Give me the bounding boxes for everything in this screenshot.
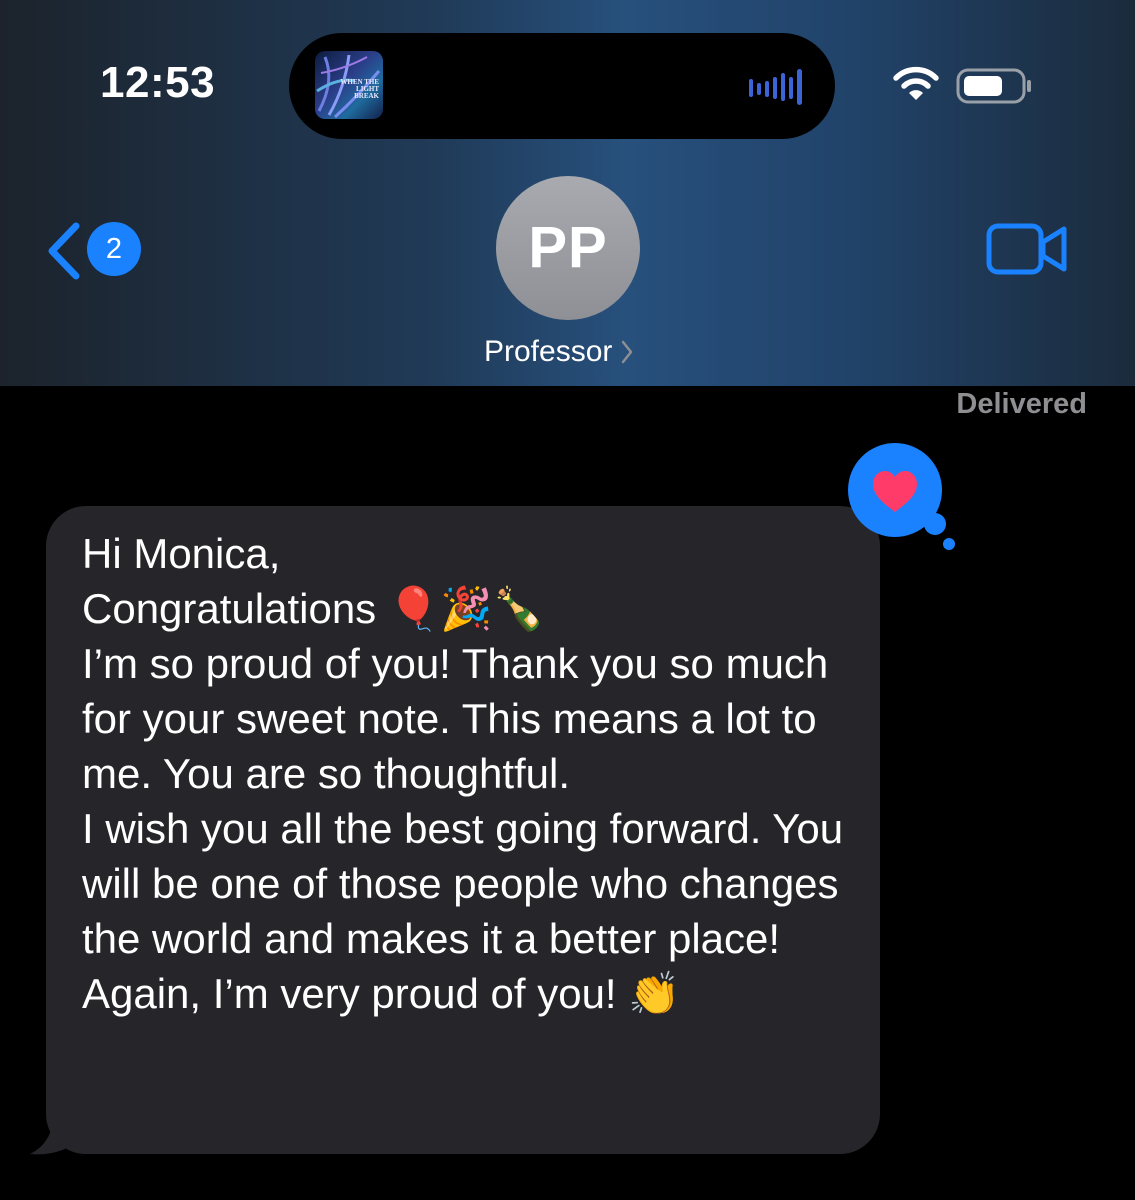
chevron-left-icon	[48, 222, 80, 280]
video-camera-icon[interactable]	[986, 222, 1068, 276]
chevron-right-icon	[622, 340, 633, 364]
audio-waveform-icon	[749, 69, 802, 105]
heart-tapback-icon[interactable]	[845, 442, 965, 558]
back-button[interactable]: 2	[44, 218, 144, 282]
dynamic-island[interactable]: WHEN THE LIGHT BREAK	[289, 33, 835, 139]
now-playing-album-art[interactable]: WHEN THE LIGHT BREAK	[315, 51, 383, 119]
contact-details-link[interactable]: Professor	[484, 332, 634, 372]
battery-icon	[956, 68, 1031, 104]
messages-screen: 12:53 WHEN THE LIGHT BREAK 2 PP Professo…	[0, 0, 1135, 1200]
wifi-icon	[893, 66, 939, 100]
contact-name: Professor	[484, 335, 613, 368]
conversation-header: 12:53 WHEN THE LIGHT BREAK 2 PP Professo…	[0, 0, 1135, 386]
message-text: Hi Monica, Congratulations 🎈🎉🍾 I’m so pr…	[82, 530, 844, 1017]
album-art-title: WHEN THE LIGHT BREAK	[340, 78, 379, 100]
delivered-status: Delivered	[956, 388, 1087, 420]
unread-count-badge: 2	[87, 222, 141, 276]
status-time: 12:53	[100, 58, 216, 107]
contact-avatar[interactable]: PP	[496, 176, 640, 320]
